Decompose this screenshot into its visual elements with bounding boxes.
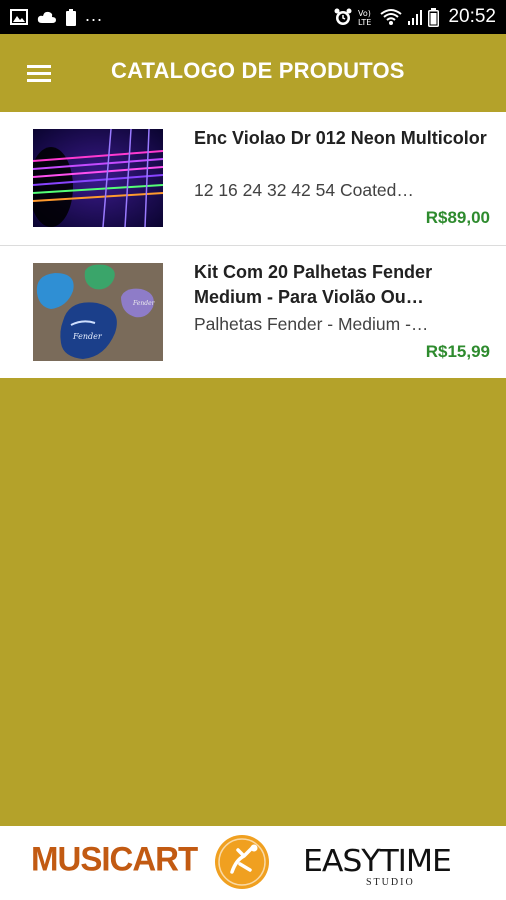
menu-icon	[27, 65, 51, 82]
product-item[interactable]: Fender Fender Kit Com 20 Palhetas Fender…	[0, 245, 506, 378]
svg-text:Vo): Vo)	[358, 9, 371, 18]
product-price: R$89,00	[425, 208, 490, 227]
svg-text:Fender: Fender	[72, 332, 103, 341]
product-image: Fender Fender	[33, 263, 163, 361]
svg-text:LTE: LTE	[358, 18, 371, 26]
status-right: Vo) LTE 20:52	[334, 6, 496, 27]
footer-banner[interactable]: MUSICART EASYTIME STUDIO	[0, 826, 506, 900]
easytime-logo: EASYTIME	[303, 844, 452, 879]
signal-icon	[408, 10, 423, 25]
alarm-icon	[334, 8, 352, 25]
page-title: CATALOGO DE PRODUTOS	[111, 58, 405, 83]
guitar-strings-neon-image	[33, 129, 163, 227]
easytime-studio-label: STUDIO	[366, 877, 415, 888]
product-image	[33, 129, 163, 227]
status-left: ...	[10, 5, 104, 26]
overflow-indicator: ...	[85, 5, 104, 25]
cloud-icon	[37, 11, 56, 23]
menu-button[interactable]	[24, 59, 56, 87]
status-time: 20:52	[448, 6, 496, 27]
product-price: R$15,99	[425, 342, 490, 361]
status-bar: ... Vo) LTE 20:52	[0, 0, 506, 34]
image-icon	[10, 9, 28, 25]
svg-text:Fender: Fender	[132, 300, 156, 307]
product-item[interactable]: Enc Violao Dr 012 Neon Multicolor 12 16 …	[0, 112, 506, 245]
app-bar: CATALOGO DE PRODUTOS	[0, 34, 506, 112]
product-description: Palhetas Fender - Medium -…	[194, 314, 429, 334]
musicart-logo: MUSICART	[31, 839, 198, 878]
fender-picks-image: Fender Fender	[33, 263, 163, 361]
product-list: Enc Violao Dr 012 Neon Multicolor 12 16 …	[0, 112, 506, 378]
wifi-icon	[380, 9, 403, 25]
battery-small-icon	[66, 8, 76, 26]
product-title: Enc Violao Dr 012 Neon Multicolor	[194, 128, 487, 148]
volte-icon: Vo) LTE	[358, 9, 371, 26]
product-description: 12 16 24 32 42 54 Coated…	[194, 180, 414, 200]
product-title: Kit Com 20 Palhetas Fender Medium - Para…	[194, 262, 433, 307]
battery-icon	[428, 7, 440, 27]
studio-logo-icon	[215, 835, 269, 889]
